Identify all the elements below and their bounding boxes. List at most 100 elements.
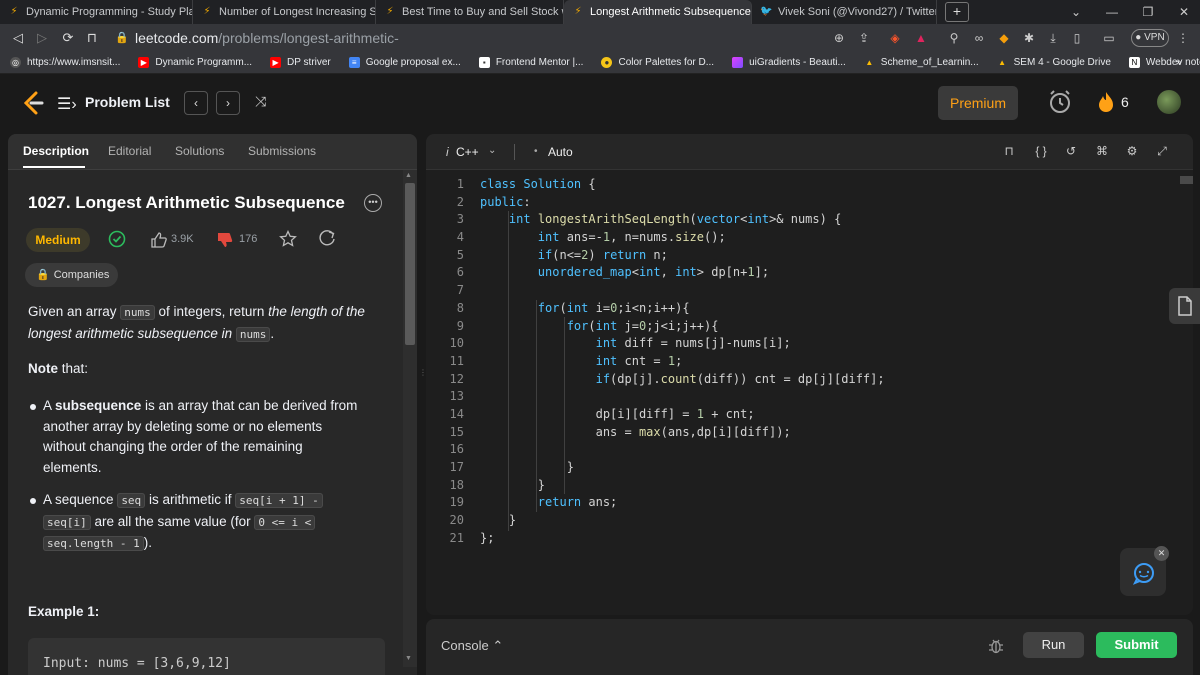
- bookmark-item[interactable]: ▪ Frontend Mentor |...: [478, 57, 583, 68]
- problem-list-label[interactable]: Problem List: [85, 94, 170, 110]
- notes-file-button[interactable]: [1169, 288, 1200, 324]
- line-number: 20: [449, 513, 464, 528]
- drive-icon: ▲: [865, 58, 874, 67]
- companies-label: Companies: [53, 269, 110, 281]
- bullet-text: A sequence: [43, 492, 118, 507]
- debug-bug-icon[interactable]: [987, 637, 1005, 655]
- share-icon[interactable]: [318, 230, 336, 248]
- description-scroll-thumb[interactable]: [405, 183, 415, 345]
- premium-button[interactable]: Premium: [938, 86, 1018, 120]
- more-options-icon[interactable]: •••: [364, 194, 382, 212]
- bookmark-item[interactable]: N Webdev notebook: [1128, 57, 1200, 68]
- avatar[interactable]: [1157, 90, 1181, 114]
- new-tab-button[interactable]: +: [945, 2, 969, 22]
- vpn-button[interactable]: ● VPN: [1131, 29, 1169, 47]
- likes-count: 3.9K: [171, 233, 194, 245]
- line-number: 10: [449, 336, 464, 351]
- code-line: 7: [426, 282, 1193, 300]
- browser-tab-5[interactable]: 🐦 Vivek Soni (@Vivond27) / Twitter: [752, 0, 937, 24]
- browser-tab-2[interactable]: ⚡ Number of Longest Increasing Subseq: [193, 0, 376, 24]
- back-icon[interactable]: ◁: [8, 28, 28, 48]
- bookmark-item[interactable]: uiGradients - Beauti...: [732, 57, 846, 68]
- bookmark-item[interactable]: ▲ Scheme_of_Learnin...: [864, 57, 978, 68]
- tab-submissions[interactable]: Submissions: [248, 144, 316, 158]
- extension-glasses-icon[interactable]: ∞: [970, 29, 988, 47]
- bookmark-item[interactable]: ● Color Palettes for D...: [601, 57, 714, 68]
- chevron-down-icon[interactable]: ⌄: [488, 145, 496, 156]
- download-icon[interactable]: ⤓: [1044, 29, 1062, 47]
- drag-handle-icon[interactable]: ⋮: [419, 368, 427, 386]
- code-text: };: [480, 530, 495, 545]
- language-select[interactable]: C++: [456, 145, 479, 159]
- bookmark-item[interactable]: ▶ Dynamic Programm...: [138, 57, 252, 68]
- url-field[interactable]: leetcode.com/problems/longest-arithmetic…: [135, 27, 495, 68]
- editor-scrollbar[interactable]: [1180, 176, 1193, 184]
- reset-icon[interactable]: ↺: [1063, 143, 1079, 159]
- tab-description[interactable]: Description: [23, 144, 89, 158]
- auto-dot-icon: •: [534, 146, 538, 157]
- forward-icon[interactable]: ▷: [32, 28, 52, 48]
- bookmark-label: Color Palettes for D...: [618, 57, 715, 68]
- fire-streak-icon[interactable]: [1097, 91, 1115, 113]
- thumbs-down-icon[interactable]: [216, 231, 234, 249]
- panel-divider[interactable]: [419, 134, 424, 675]
- close-icon[interactable]: ✕: [1154, 546, 1169, 561]
- bookmark-outline-icon[interactable]: ⊓: [1001, 143, 1017, 159]
- wallet-icon[interactable]: ▭: [1100, 29, 1118, 47]
- command-icon[interactable]: ⌘: [1094, 143, 1110, 159]
- zoom-icon[interactable]: ⊕: [830, 29, 848, 47]
- braces-icon[interactable]: { }: [1030, 143, 1052, 159]
- companies-button[interactable]: 🔒 Companies: [25, 263, 118, 287]
- browser-tab-3[interactable]: ⚡ Best Time to Buy and Sell Stock with T: [376, 0, 564, 24]
- bookmark-item[interactable]: ◎ https://www.imsnsit...: [10, 57, 120, 68]
- bookmark-item[interactable]: ▲ SEM 4 - Google Drive: [997, 57, 1111, 68]
- bullet-text: are all the same value (for: [90, 513, 255, 529]
- browser-tab-active[interactable]: ⚡ Longest Arithmetic Subsequence ✕: [564, 0, 752, 24]
- settings-gear-icon[interactable]: ⚙: [1124, 143, 1140, 159]
- scroll-up-icon[interactable]: ▲: [405, 172, 412, 179]
- share-page-icon[interactable]: ⇪: [855, 29, 873, 47]
- bullet-dot: [30, 498, 36, 504]
- minimize-icon[interactable]: —: [1094, 0, 1130, 24]
- bookmarks-overflow-button[interactable]: »: [1176, 57, 1182, 68]
- menu-icon[interactable]: ⋮: [1174, 29, 1192, 47]
- tab-solutions[interactable]: Solutions: [175, 144, 224, 158]
- code-area[interactable]: 1 class Solution { 2 public: 3 int longest…: [426, 176, 1193, 547]
- leetcode-header: ☰› Problem List ‹ › ⤨ Premium 6: [0, 74, 1200, 132]
- run-button[interactable]: Run: [1023, 632, 1084, 658]
- fullscreen-icon[interactable]: ⤢: [1154, 143, 1170, 159]
- line-number: 2: [456, 194, 464, 209]
- brave-rewards-icon[interactable]: ▲: [912, 29, 930, 47]
- alarm-clock-icon[interactable]: [1046, 88, 1074, 116]
- console-toggle[interactable]: Console ⌃: [441, 638, 503, 654]
- scroll-down-icon[interactable]: ▼: [405, 655, 412, 662]
- thumbs-up-icon[interactable]: [150, 231, 168, 249]
- url-host: leetcode.com: [135, 30, 219, 46]
- brave-shield-icon[interactable]: ◈: [886, 29, 904, 47]
- tab-search-icon[interactable]: ⌄: [1058, 0, 1094, 24]
- tab-editorial[interactable]: Editorial: [108, 144, 151, 158]
- star-icon[interactable]: [279, 230, 297, 248]
- bookmark-icon[interactable]: ⊓: [82, 28, 102, 48]
- next-problem-button[interactable]: ›: [216, 91, 240, 115]
- leetcode-logo-icon[interactable]: [22, 91, 44, 115]
- extension-fox-icon[interactable]: ◆: [995, 29, 1013, 47]
- code-line: 2 public:: [426, 194, 1193, 212]
- bookmark-item[interactable]: ▶ DP striver: [270, 57, 331, 68]
- code-line: 15 ans = max(ans,dp[i][diff]);: [426, 424, 1193, 442]
- browser-tab-1[interactable]: ⚡ Dynamic Programming - Study Plan -: [0, 0, 193, 24]
- auto-mode-label[interactable]: Auto: [548, 145, 573, 159]
- page-title[interactable]: 1027. Longest Arithmetic Subsequence: [28, 193, 345, 213]
- extension-icon[interactable]: ⚲: [945, 29, 963, 47]
- problem-list-icon[interactable]: ☰›: [57, 94, 77, 114]
- prev-problem-button[interactable]: ‹: [184, 91, 208, 115]
- code-line: 8 for(int i=0;i<n;i++){: [426, 300, 1193, 318]
- extensions-puzzle-icon[interactable]: ✱: [1020, 29, 1038, 47]
- reload-icon[interactable]: ⟳: [58, 28, 78, 48]
- close-window-icon[interactable]: ✕: [1166, 0, 1200, 24]
- restore-icon[interactable]: ❐: [1130, 0, 1166, 24]
- shuffle-icon[interactable]: ⤨: [255, 93, 266, 110]
- sidebar-icon[interactable]: ▯: [1068, 29, 1086, 47]
- bookmark-item[interactable]: ≡ Google proposal ex...: [348, 57, 461, 68]
- submit-button[interactable]: Submit: [1096, 632, 1177, 658]
